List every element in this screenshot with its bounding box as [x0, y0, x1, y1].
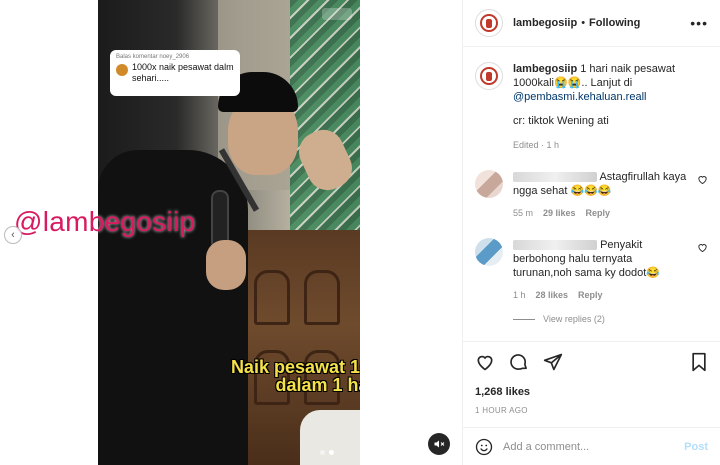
edited-timestamp: Edited · 1 h — [513, 140, 560, 150]
blurred-username — [513, 172, 597, 183]
view-replies-button[interactable]: View replies (2) — [513, 314, 708, 324]
avatar[interactable] — [475, 62, 503, 90]
post-date: 1 HOUR AGO — [475, 406, 528, 415]
caption-emoji: 😭😭 — [553, 77, 582, 89]
tiktok-logo-icon — [322, 8, 352, 20]
post-actions: 1,268 likes 1 HOUR AGO — [463, 341, 720, 415]
comment-input[interactable]: Add a comment... — [503, 441, 684, 453]
post-details-panel: lambegosiip • Following ••• lambegosiip … — [463, 0, 720, 465]
ellipsis-icon[interactable]: ••• — [690, 15, 708, 31]
comment-bubble-icon[interactable] — [509, 352, 529, 372]
media-area: Balas komentar noey_2906 1000x naik pesa… — [0, 0, 463, 465]
pulpit-panel — [254, 270, 290, 325]
view-replies-label: View replies (2) — [543, 314, 605, 324]
avatar[interactable] — [475, 170, 503, 198]
paper-plane-icon[interactable] — [543, 352, 563, 372]
blurred-username — [513, 240, 597, 251]
credit-text: cr: tiktok Wening ati — [513, 115, 609, 127]
smiley-icon[interactable] — [475, 438, 493, 456]
post-header: lambegosiip • Following ••• — [463, 0, 720, 47]
foreground-cloth — [300, 410, 360, 465]
reply-button[interactable]: Reply — [578, 288, 603, 302]
comment-item: Penyakit berbohong halu ternyata turunan… — [475, 238, 708, 302]
caption-username[interactable]: lambegosiip — [513, 63, 577, 75]
reply-avatar — [116, 64, 128, 76]
reply-button[interactable]: Reply — [586, 206, 611, 220]
add-comment-bar: Add a comment... Post — [463, 427, 720, 465]
likes-count[interactable]: 1,268 likes — [475, 386, 708, 398]
pulpit-panel — [304, 270, 340, 325]
tiktok-reply-card: Balas komentar noey_2906 1000x naik pesa… — [110, 50, 240, 96]
hand-holding-mic — [206, 240, 246, 290]
heart-icon[interactable] — [697, 242, 708, 253]
avatar[interactable] — [475, 9, 503, 37]
mute-button[interactable] — [428, 433, 450, 455]
post-button[interactable]: Post — [684, 441, 708, 453]
speaker-muted-icon — [434, 440, 445, 448]
comment-time: 1 h — [513, 290, 526, 300]
carousel-dot-active — [329, 450, 334, 455]
header-separator: • — [581, 17, 586, 29]
watermark: @lambegosiip — [14, 206, 196, 237]
comment-likes[interactable]: 28 likes — [536, 288, 569, 302]
bookmark-icon[interactable] — [690, 352, 708, 372]
reply-card-header: Balas komentar noey_2906 — [116, 54, 190, 60]
post-modal: Balas komentar noey_2906 1000x naik pesa… — [0, 0, 720, 465]
video-caption: Naik pesawat 1000 kali dalam 1 hari — [230, 357, 360, 395]
following-button[interactable]: Following — [589, 17, 640, 29]
avatar[interactable] — [475, 238, 503, 266]
previous-button[interactable]: ‹ — [4, 226, 22, 244]
caption-text-2: .. Lanjut di — [581, 77, 633, 89]
carousel-dots — [320, 450, 334, 455]
heart-icon[interactable] — [475, 352, 495, 372]
carousel-dot — [320, 450, 325, 455]
header-username[interactable]: lambegosiip — [513, 17, 577, 29]
comment-likes[interactable]: 29 likes — [543, 206, 576, 220]
chevron-left-icon: ‹ — [11, 229, 15, 241]
reply-card-text: 1000x naik pesawat dalm sehari..... — [132, 62, 234, 83]
heart-icon[interactable] — [697, 174, 708, 185]
comments-scroll-area[interactable]: lambegosiip 1 hari naik pesawat 1000kali… — [463, 48, 720, 340]
mention-link[interactable]: @pembasmi.kehaluan.reall — [513, 91, 646, 103]
post-caption: lambegosiip 1 hari naik pesawat 1000kali… — [475, 62, 708, 152]
comment-time: 55 m — [513, 208, 534, 218]
comment-item: Astagfirullah kaya ngga sehat 😂😂😂 55 m 2… — [475, 170, 708, 220]
